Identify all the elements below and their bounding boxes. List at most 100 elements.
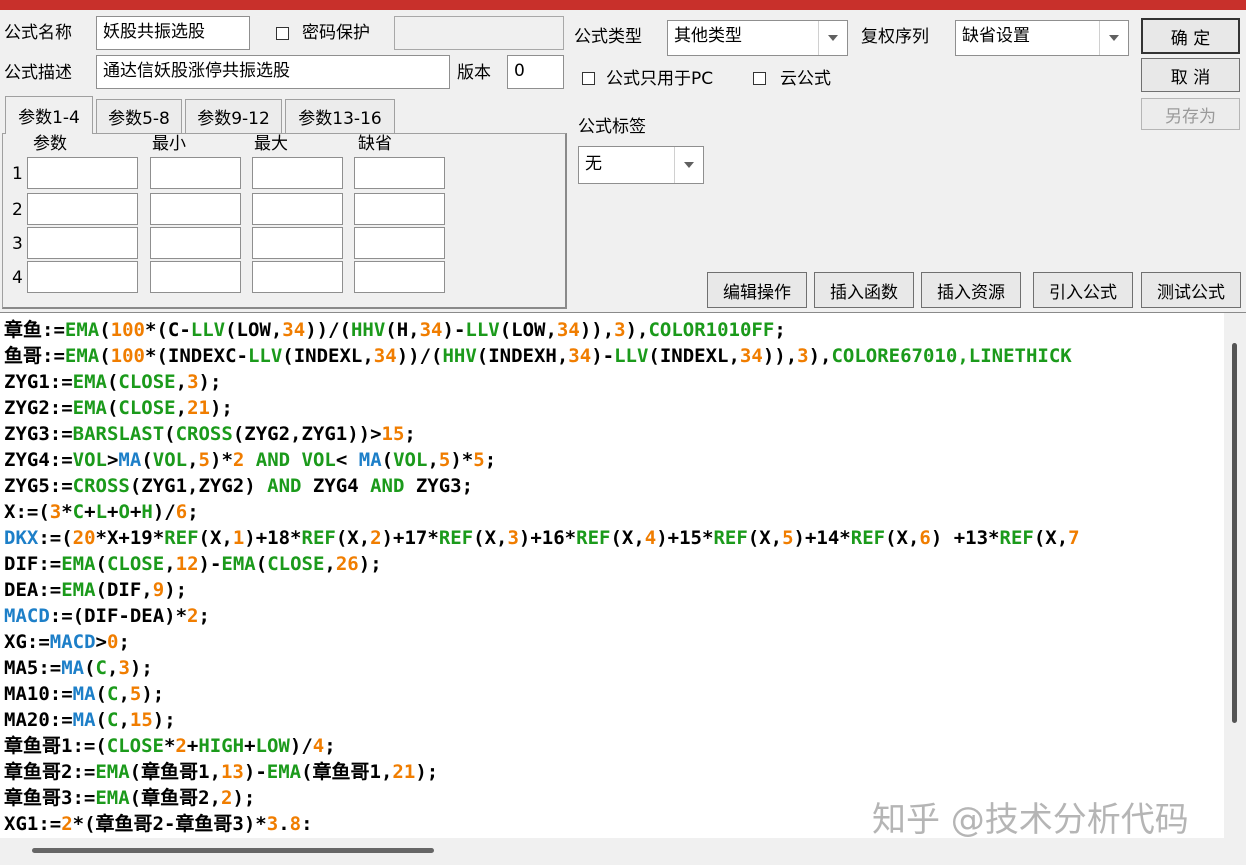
code-token: ))/( xyxy=(396,345,443,367)
vertical-scroll-thumb[interactable] xyxy=(1232,343,1237,723)
code-line[interactable]: 章鱼哥2:=EMA(章鱼哥1,13)-EMA(章鱼哥1,21); xyxy=(4,759,1218,785)
ok-button[interactable]: 确 定 xyxy=(1141,18,1240,54)
horizontal-scroll-thumb[interactable] xyxy=(32,848,434,853)
code-token: 2 xyxy=(61,813,73,835)
code-line[interactable]: MA20:=MA(C,15); xyxy=(4,707,1218,733)
code-token: 4 xyxy=(312,735,325,757)
code-token: BARSLAST xyxy=(72,423,165,445)
code-line[interactable]: ZYG4:=VOL>MA(VOL,5)*2 AND VOL< MA(VOL,5)… xyxy=(4,447,1218,473)
formula-tag-label: 公式标签 xyxy=(578,117,646,137)
code-token: ); xyxy=(164,579,188,601)
version-input[interactable]: 0 xyxy=(507,55,564,89)
code-token: : xyxy=(301,813,313,835)
code-text[interactable]: 章鱼:=EMA(100*(C-LLV(LOW,34))/(HHV(H,34)-L… xyxy=(4,317,1218,839)
param-4-max-input[interactable] xyxy=(252,261,343,293)
code-token: (X, xyxy=(335,527,371,549)
password-input[interactable] xyxy=(394,16,564,50)
code-line[interactable]: ZYG2:=EMA(CLOSE,21); xyxy=(4,395,1218,421)
insert-resource-button[interactable]: 插入资源 xyxy=(921,272,1021,308)
param-1-max-input[interactable] xyxy=(252,157,343,189)
adjust-select[interactable]: 缺省设置 xyxy=(955,20,1129,56)
param-4-name-input[interactable] xyxy=(27,261,138,293)
code-token: LOW xyxy=(255,735,290,757)
code-token: 7 xyxy=(1068,527,1080,549)
code-line[interactable]: MA10:=MA(C,5); xyxy=(4,681,1218,707)
save-as-button[interactable]: 另存为 xyxy=(1141,98,1240,130)
param-2-max-input[interactable] xyxy=(252,193,343,225)
param-3-name-input[interactable] xyxy=(27,227,138,259)
code-token: 3 xyxy=(118,657,130,679)
code-token: 2 xyxy=(232,449,245,471)
code-line[interactable]: XG:=MACD>0; xyxy=(4,629,1218,655)
code-line[interactable]: ZYG3:=BARSLAST(CROSS(ZYG2,ZYG1))>15; xyxy=(4,421,1218,447)
code-line[interactable]: ZYG5:=CROSS(ZYG1,ZYG2) AND ZYG4 AND ZYG3… xyxy=(4,473,1218,499)
formula-type-select[interactable]: 其他类型 xyxy=(667,20,848,56)
param-1-min-input[interactable] xyxy=(150,157,241,189)
param-4-default-input[interactable] xyxy=(354,261,445,293)
code-token: 34 xyxy=(282,319,306,341)
tab-params-5-8[interactable]: 参数5-8 xyxy=(96,99,182,133)
code-line[interactable]: MACD:=(DIF-DEA)*2; xyxy=(4,603,1218,629)
chevron-down-icon xyxy=(818,21,847,55)
code-token: CLOSE xyxy=(118,397,176,419)
code-token: MA xyxy=(118,449,142,471)
param-2-name-input[interactable] xyxy=(27,193,138,225)
code-token: 5 xyxy=(782,527,794,549)
code-line[interactable]: 鱼哥:=EMA(100*(INDEXC-LLV(INDEXL,34))/(HHV… xyxy=(4,343,1218,369)
formula-name-input[interactable]: 妖股共振选股 xyxy=(96,16,250,50)
code-line[interactable]: X:=(3*C+L+O+H)/6; xyxy=(4,499,1218,525)
code-token: MA5:= xyxy=(4,657,62,679)
pc-only-checkbox[interactable] xyxy=(582,72,595,85)
code-token: MA xyxy=(72,683,96,705)
code-line[interactable]: ZYG1:=EMA(CLOSE,3); xyxy=(4,369,1218,395)
formula-desc-input[interactable]: 通达信妖股涨停共振选股 xyxy=(96,55,450,89)
code-token: ); xyxy=(152,709,176,731)
param-row-number: 1 xyxy=(12,164,23,184)
code-token: (章鱼哥1, xyxy=(301,761,393,783)
code-token: REF xyxy=(164,527,199,549)
code-line[interactable]: 章鱼哥1:=(CLOSE*2+HIGH+LOW)/4; xyxy=(4,733,1218,759)
code-token: 12 xyxy=(175,553,199,575)
code-token: )+15* xyxy=(656,527,714,549)
formula-tag-select[interactable]: 无 xyxy=(578,146,704,184)
horizontal-scrollbar[interactable] xyxy=(0,838,1246,865)
code-token: ; xyxy=(187,501,199,523)
code-token: 6 xyxy=(919,527,931,549)
code-line[interactable]: DKX:=(20*X+19*REF(X,1)+18*REF(X,2)+17*RE… xyxy=(4,525,1218,551)
param-3-min-input[interactable] xyxy=(150,227,241,259)
param-3-default-input[interactable] xyxy=(354,227,445,259)
code-line[interactable]: 章鱼:=EMA(100*(C-LLV(LOW,34))/(HHV(H,34)-L… xyxy=(4,317,1218,343)
code-line[interactable]: DEA:=EMA(DIF,9); xyxy=(4,577,1218,603)
code-token: (DIF, xyxy=(95,579,153,601)
code-editor[interactable]: 章鱼:=EMA(100*(C-LLV(LOW,34))/(HHV(H,34)-L… xyxy=(0,312,1246,865)
param-3-max-input[interactable] xyxy=(252,227,343,259)
window-title-bar xyxy=(0,0,1246,10)
cancel-button[interactable]: 取 消 xyxy=(1141,58,1240,92)
param-1-default-input[interactable] xyxy=(354,157,445,189)
code-token: 章鱼:= xyxy=(4,319,65,341)
param-2-min-input[interactable] xyxy=(150,193,241,225)
param-1-name-input[interactable] xyxy=(27,157,138,189)
code-token: EMA xyxy=(221,553,256,575)
vertical-scrollbar[interactable] xyxy=(1224,313,1246,839)
code-line[interactable]: MA5:=MA(C,3); xyxy=(4,655,1218,681)
chevron-down-icon xyxy=(674,147,703,183)
code-line[interactable]: DIF:=EMA(CLOSE,12)-EMA(CLOSE,26); xyxy=(4,551,1218,577)
code-token: 34 xyxy=(373,345,397,367)
edit-ops-button[interactable]: 编辑操作 xyxy=(707,272,807,308)
tab-params-1-4[interactable]: 参数1-4 xyxy=(5,96,93,134)
code-token: REF xyxy=(713,527,748,549)
tab-params-9-12[interactable]: 参数9-12 xyxy=(185,99,282,133)
test-formula-button[interactable]: 测试公式 xyxy=(1141,272,1241,308)
code-token: REF xyxy=(301,527,336,549)
code-token: 9 xyxy=(152,579,165,601)
param-2-default-input[interactable] xyxy=(354,193,445,225)
tab-params-13-16[interactable]: 参数13-16 xyxy=(285,99,395,133)
param-4-min-input[interactable] xyxy=(150,261,241,293)
cloud-checkbox[interactable] xyxy=(753,72,766,85)
import-formula-button[interactable]: 引入公式 xyxy=(1033,272,1133,308)
param-row-number: 2 xyxy=(12,200,23,220)
insert-function-button[interactable]: 插入函数 xyxy=(814,272,914,308)
param-row-number: 3 xyxy=(12,234,23,254)
password-checkbox[interactable] xyxy=(276,27,289,40)
